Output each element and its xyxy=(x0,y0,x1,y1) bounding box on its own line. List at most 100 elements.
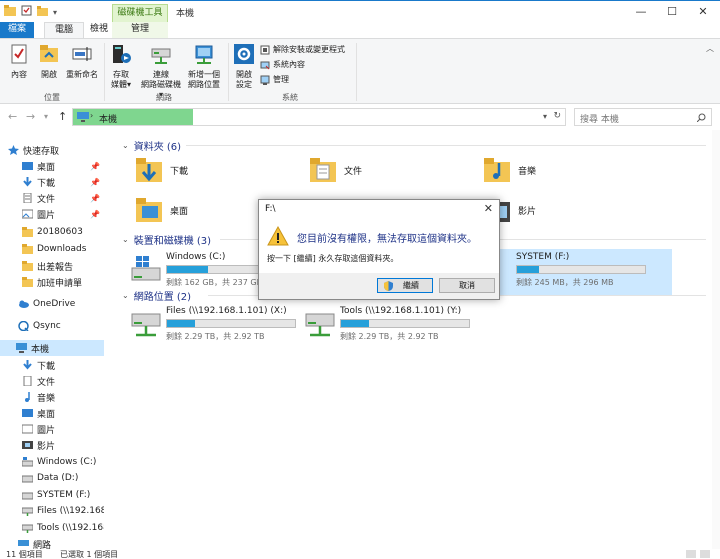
sidebar-item-label: 圖片 xyxy=(37,425,56,436)
sidebar-item-network-x[interactable]: Files (\\192.168.1. xyxy=(0,503,104,519)
tab-manage[interactable]: 管理 xyxy=(112,22,168,38)
dialog-close-icon[interactable]: ✕ xyxy=(484,202,493,215)
sidebar-item-documents[interactable]: 文件 📌 xyxy=(0,190,104,206)
new-folder-icon[interactable] xyxy=(37,5,48,19)
sidebar-item-qsync[interactable]: Qsync xyxy=(18,318,122,334)
sidebar-item-label: 下載 xyxy=(37,361,56,372)
sidebar-item-label: Downloads xyxy=(37,244,87,254)
sidebar-item-this-pc[interactable]: 本機 xyxy=(0,340,104,356)
forward-arrow-icon[interactable]: → xyxy=(26,110,35,123)
sidebar-item-pc-music[interactable]: 音樂 xyxy=(0,389,104,405)
network-drive-tile-x[interactable]: Files (\\192.168.1.101) (X:) 剩餘 2.29 TB，… xyxy=(128,306,328,346)
document-icon xyxy=(23,193,32,203)
section-title: 裝置和磁碟機 (3) xyxy=(133,236,212,247)
sidebar-item-onedrive[interactable]: OneDrive xyxy=(18,296,122,312)
open-button[interactable]: 開啟 xyxy=(36,43,62,80)
maximize-button[interactable]: ☐ xyxy=(657,3,687,21)
rename-button[interactable]: 重新命名 xyxy=(64,43,100,80)
breadcrumb[interactable]: 本機 xyxy=(99,112,117,125)
folder-icon xyxy=(22,277,33,287)
folder-tile-music[interactable]: 音樂 xyxy=(482,156,536,184)
drive-tile-f[interactable]: SYSTEM (F:) 剩餘 245 MB，共 296 MB xyxy=(478,249,678,295)
address-bar[interactable]: › 本機 ▾ ↻ xyxy=(72,108,566,126)
folder-tile-desktop[interactable]: 桌面 xyxy=(134,196,188,224)
close-button[interactable]: ✕ xyxy=(688,3,718,21)
breadcrumb-chevron-icon[interactable]: › xyxy=(90,111,93,120)
shield-icon xyxy=(384,281,393,291)
sidebar-item-folder-20180603[interactable]: 20180603 xyxy=(0,224,104,240)
sidebar-item-drive-d[interactable]: Data (D:) xyxy=(0,470,104,486)
collapse-ribbon-icon[interactable]: ︿ xyxy=(706,43,714,54)
rename-label: 重新命名 xyxy=(66,70,98,79)
search-input[interactable]: 搜尋 本機 xyxy=(574,108,712,126)
drive-usage-fill xyxy=(341,320,370,327)
network-drive-tile-y[interactable]: Tools (\\192.168.1.101) (Y:) 剩餘 2.29 TB，… xyxy=(302,306,502,346)
pin-icon[interactable]: 📌 xyxy=(90,194,100,203)
address-dropdown-icon[interactable]: ▾ xyxy=(543,112,547,121)
drive-usage-bar xyxy=(340,319,470,328)
properties-button[interactable]: 內容 xyxy=(6,43,32,80)
sidebar-item-pc-downloads[interactable]: 下載 xyxy=(0,357,104,373)
sidebar-item-folder-business-trip[interactable]: 出差報告 xyxy=(0,258,104,274)
sidebar-item-network-y[interactable]: Tools (\\192.168. xyxy=(0,520,104,536)
open-settings-button[interactable]: 開啟 設定 xyxy=(232,43,256,90)
details-view-icon[interactable] xyxy=(686,550,696,558)
pin-icon[interactable]: 📌 xyxy=(90,162,100,171)
sidebar-item-pictures[interactable]: 圖片 📌 xyxy=(0,206,104,222)
content-pane: ⌄ 資料夾 (6) 下載 文件 音樂 桌面 影片 ⌄ 裝置和磁碟機 (3) Wi… xyxy=(112,130,712,549)
picture-icon xyxy=(22,209,33,219)
sidebar-item-folder-overtime[interactable]: 加班申請單 xyxy=(0,274,104,290)
cancel-button[interactable]: 取消 xyxy=(439,278,495,293)
folders-section-header[interactable]: ⌄ 資料夾 (6) xyxy=(122,138,181,153)
sidebar-item-pc-videos[interactable]: 影片 xyxy=(0,437,104,453)
system-properties-button[interactable]: 系統內容 xyxy=(260,59,305,70)
manage-button[interactable]: 管理 xyxy=(260,74,289,85)
folder-label: 下載 xyxy=(170,166,189,177)
drive-capacity: 剩餘 2.29 TB，共 2.92 TB xyxy=(166,332,265,341)
system-properties-label: 系統內容 xyxy=(273,60,305,69)
back-arrow-icon[interactable]: ← xyxy=(8,110,17,123)
sidebar-item-drive-f[interactable]: SYSTEM (F:) xyxy=(0,487,104,503)
up-arrow-icon[interactable]: ↑ xyxy=(58,110,67,123)
sidebar-item-network[interactable]: 網路 xyxy=(18,539,122,549)
app-icon[interactable] xyxy=(4,5,16,19)
sidebar-item-label: 影片 xyxy=(37,441,56,452)
tab-computer[interactable]: 電腦 xyxy=(44,22,84,38)
refresh-icon[interactable]: ↻ xyxy=(553,111,561,121)
pin-icon[interactable]: 📌 xyxy=(90,210,100,219)
sidebar-item-label: Files (\\192.168.1. xyxy=(37,506,104,516)
folder-tile-downloads[interactable]: 下載 xyxy=(134,156,188,184)
devices-section-header[interactable]: ⌄ 裝置和磁碟機 (3) xyxy=(122,232,211,247)
access-media-button[interactable]: 存取 媒體▾ xyxy=(106,43,136,90)
uninstall-program-button[interactable]: 解除安裝或變更程式 xyxy=(260,44,345,55)
sidebar-item-pc-desktop[interactable]: 桌面 xyxy=(0,405,104,421)
sidebar-item-label: 桌面 xyxy=(37,409,56,420)
network-section-header[interactable]: ⌄ 網路位置 (2) xyxy=(122,288,191,303)
tab-view[interactable]: 檢視 xyxy=(84,22,114,38)
open-label: 開啟 xyxy=(41,70,57,79)
sidebar-item-downloads[interactable]: 下載 📌 xyxy=(0,174,104,190)
drive-name: Windows (C:) xyxy=(166,252,226,262)
network-icon xyxy=(18,540,29,546)
continue-button[interactable]: 繼續 xyxy=(377,278,433,293)
drive-icon xyxy=(22,475,33,483)
system-group-label: 系統 xyxy=(282,93,298,102)
tiles-view-icon[interactable] xyxy=(700,550,710,558)
properties-icon[interactable] xyxy=(21,5,32,19)
recent-locations-icon[interactable]: ▾ xyxy=(44,112,48,121)
open-settings-label-2: 設定 xyxy=(236,80,252,89)
sidebar-item-desktop[interactable]: 桌面 📌 xyxy=(0,158,104,174)
tab-file[interactable]: 檔案 xyxy=(0,22,34,38)
chevron-down-icon: ⌄ xyxy=(122,291,129,300)
sidebar-item-pc-pictures[interactable]: 圖片 xyxy=(0,421,104,437)
sidebar-item-drive-c[interactable]: Windows (C:) xyxy=(0,454,104,470)
customize-dropdown-icon[interactable]: ▾ xyxy=(53,8,57,17)
minimize-button[interactable]: — xyxy=(626,3,656,21)
sidebar-item-folder-downloads[interactable]: Downloads xyxy=(0,241,104,257)
folder-tile-documents[interactable]: 文件 xyxy=(308,156,362,184)
add-network-location-button[interactable]: 新增一個 網路位置 xyxy=(184,43,224,90)
sidebar-item-pc-documents[interactable]: 文件 xyxy=(0,373,104,389)
sidebar-item-quick-access[interactable]: 快速存取 xyxy=(8,142,112,158)
pin-icon[interactable]: 📌 xyxy=(90,178,100,187)
vertical-scrollbar[interactable] xyxy=(712,130,720,549)
